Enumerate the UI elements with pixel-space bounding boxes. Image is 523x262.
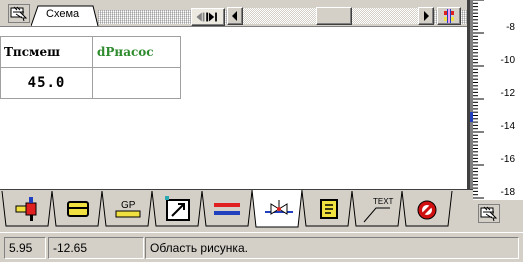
table-header-row: Тпсмеш dPнасос [0, 36, 181, 68]
ruler-label: -14 [500, 121, 515, 132]
vertical-ruler: -8 -10 -12 -14 -16 -18 [467, 0, 523, 200]
ruler-label: -18 [500, 187, 515, 198]
tab-bar: Схема [0, 0, 468, 27]
status-x-coordinate: 5.95 [4, 237, 46, 259]
scroll-right-button[interactable] [418, 7, 434, 25]
ruler-label: -10 [500, 55, 515, 66]
ruler-label: -16 [500, 154, 515, 165]
ruler-corner [474, 200, 523, 232]
table-cell: 45.0 [0, 67, 93, 99]
ruler-scale [470, 0, 484, 200]
table-header-cell: dPнасос [92, 36, 181, 68]
status-y-coordinate: -12.65 [48, 237, 144, 259]
resize-icon[interactable] [162, 191, 196, 227]
horizontal-scroll-thumb[interactable] [316, 7, 352, 25]
tool-tabs: GP TEXT [0, 189, 473, 229]
data-table: Тпсмеш dPнасос 45.0 [0, 36, 181, 99]
text-icon[interactable]: TEXT [360, 191, 396, 227]
status-bar: 5.95 -12.65 Область рисунка. [0, 232, 523, 262]
document-icon[interactable] [312, 191, 346, 227]
table-row: 45.0 [0, 67, 181, 99]
split-view-button[interactable] [437, 7, 461, 25]
ruler-label: -12 [500, 88, 515, 99]
ruler-label: -8 [506, 22, 515, 33]
triangle-right-icon [424, 11, 429, 21]
table-header-cell: Тпсмеш [0, 36, 93, 68]
status-message: Область рисунка. [145, 237, 519, 259]
pump-icon[interactable] [14, 191, 44, 227]
table-cell [92, 67, 181, 99]
sheet-select-icon[interactable] [8, 4, 30, 23]
forbid-icon[interactable] [410, 191, 444, 227]
tab-scheme-label: Схема [46, 8, 80, 20]
gp-icon[interactable]: GP [112, 191, 146, 227]
drawing-area[interactable]: Тпсмеш dPнасос 45.0 [0, 27, 473, 189]
gp-label: GP [121, 200, 136, 211]
split-view-icon [444, 9, 454, 23]
scroll-left-button[interactable] [227, 7, 243, 25]
triangle-left-icon [232, 11, 237, 21]
valve-icon[interactable] [262, 191, 296, 227]
flow-lines-icon[interactable] [210, 191, 244, 227]
tab-navigation-icon[interactable] [191, 8, 225, 26]
sheet-select-icon[interactable] [478, 204, 500, 223]
text-tool-label: TEXT [373, 197, 394, 206]
pipe-icon[interactable] [64, 191, 94, 227]
